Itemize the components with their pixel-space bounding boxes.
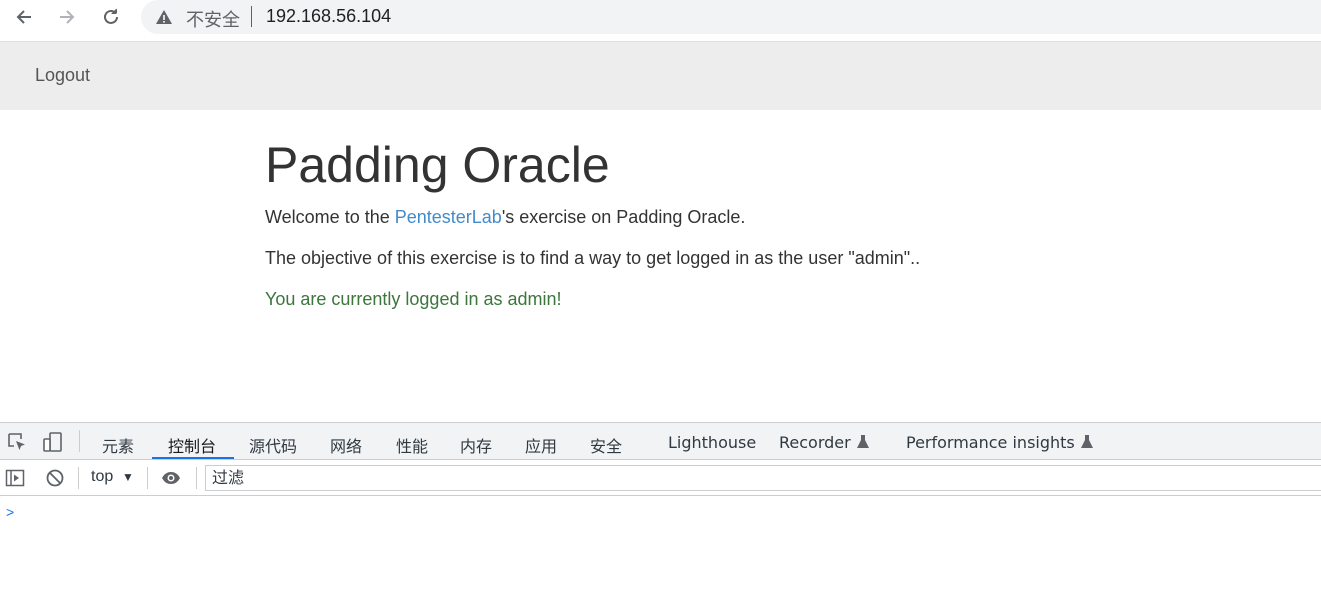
tab-sources[interactable]: 源代码 xyxy=(249,433,297,457)
page-title: Padding Oracle xyxy=(265,137,610,193)
toolbar-divider xyxy=(78,467,79,489)
tab-network[interactable]: 网络 xyxy=(330,433,362,457)
reload-button[interactable] xyxy=(98,4,124,30)
console-prompt[interactable]: > xyxy=(6,504,14,520)
tab-memory[interactable]: 内存 xyxy=(460,433,492,457)
dropdown-arrow-icon[interactable]: ▼ xyxy=(122,470,134,484)
tab-recorder-label: Recorder xyxy=(779,433,851,452)
site-navbar: Logout xyxy=(0,42,1321,110)
devtools-panel: 元素 控制台 源代码 网络 性能 内存 应用 安全 Lighthouse Rec… xyxy=(0,422,1321,603)
warning-icon[interactable] xyxy=(155,8,173,26)
toolbar-divider xyxy=(196,467,197,489)
tabbar-divider xyxy=(79,430,80,452)
device-toolbar-icon[interactable] xyxy=(42,431,64,453)
reload-icon xyxy=(104,8,118,24)
console-toolbar: top ▼ 过滤 xyxy=(0,460,1321,496)
welcome-prefix: Welcome to the xyxy=(265,207,395,227)
tab-elements[interactable]: 元素 xyxy=(102,433,134,457)
arrow-right-icon xyxy=(60,10,75,24)
tab-security[interactable]: 安全 xyxy=(590,433,622,457)
arrow-left-icon xyxy=(16,10,31,24)
active-tab-indicator xyxy=(152,457,234,459)
clear-console-icon[interactable] xyxy=(45,468,65,488)
toolbar-divider xyxy=(147,467,148,489)
tab-performance[interactable]: 性能 xyxy=(396,433,428,457)
context-selector[interactable]: top xyxy=(91,468,113,486)
logout-link[interactable]: Logout xyxy=(35,65,90,86)
pentesterlab-link[interactable]: PentesterLab xyxy=(395,207,502,227)
tab-application[interactable]: 应用 xyxy=(525,433,557,457)
tab-recorder[interactable]: Recorder xyxy=(779,433,869,452)
welcome-text: Welcome to the PentesterLab's exercise o… xyxy=(265,207,1065,227)
url-text[interactable]: 192.168.56.104 xyxy=(266,6,391,27)
tab-performance-insights-label: Performance insights xyxy=(906,433,1075,452)
welcome-suffix: 's exercise on Padding Oracle. xyxy=(501,207,746,227)
inspect-element-icon[interactable] xyxy=(6,431,28,453)
objective-text: The objective of this exercise is to fin… xyxy=(265,248,921,268)
devtools-tabbar: 元素 控制台 源代码 网络 性能 内存 应用 安全 Lighthouse Rec… xyxy=(0,423,1321,460)
filter-input[interactable]: 过滤 xyxy=(205,465,1321,491)
experiment-flask-icon xyxy=(1080,435,1093,448)
address-bar[interactable]: 不安全 192.168.56.104 xyxy=(141,0,1321,34)
back-button[interactable] xyxy=(11,4,37,30)
browser-toolbar: 不安全 192.168.56.104 xyxy=(0,0,1321,42)
forward-button[interactable] xyxy=(54,4,80,30)
separator xyxy=(251,6,252,27)
tab-lighthouse[interactable]: Lighthouse xyxy=(668,433,756,452)
security-label[interactable]: 不安全 xyxy=(186,6,240,32)
main-content: Padding Oracle Welcome to the PentesterL… xyxy=(265,135,1065,330)
eye-icon[interactable] xyxy=(161,468,181,488)
sidebar-toggle-icon[interactable] xyxy=(5,468,25,488)
login-status: You are currently logged in as admin! xyxy=(265,289,562,309)
tab-console[interactable]: 控制台 xyxy=(168,433,216,457)
experiment-flask-icon xyxy=(856,435,869,448)
tab-performance-insights[interactable]: Performance insights xyxy=(906,433,1093,452)
